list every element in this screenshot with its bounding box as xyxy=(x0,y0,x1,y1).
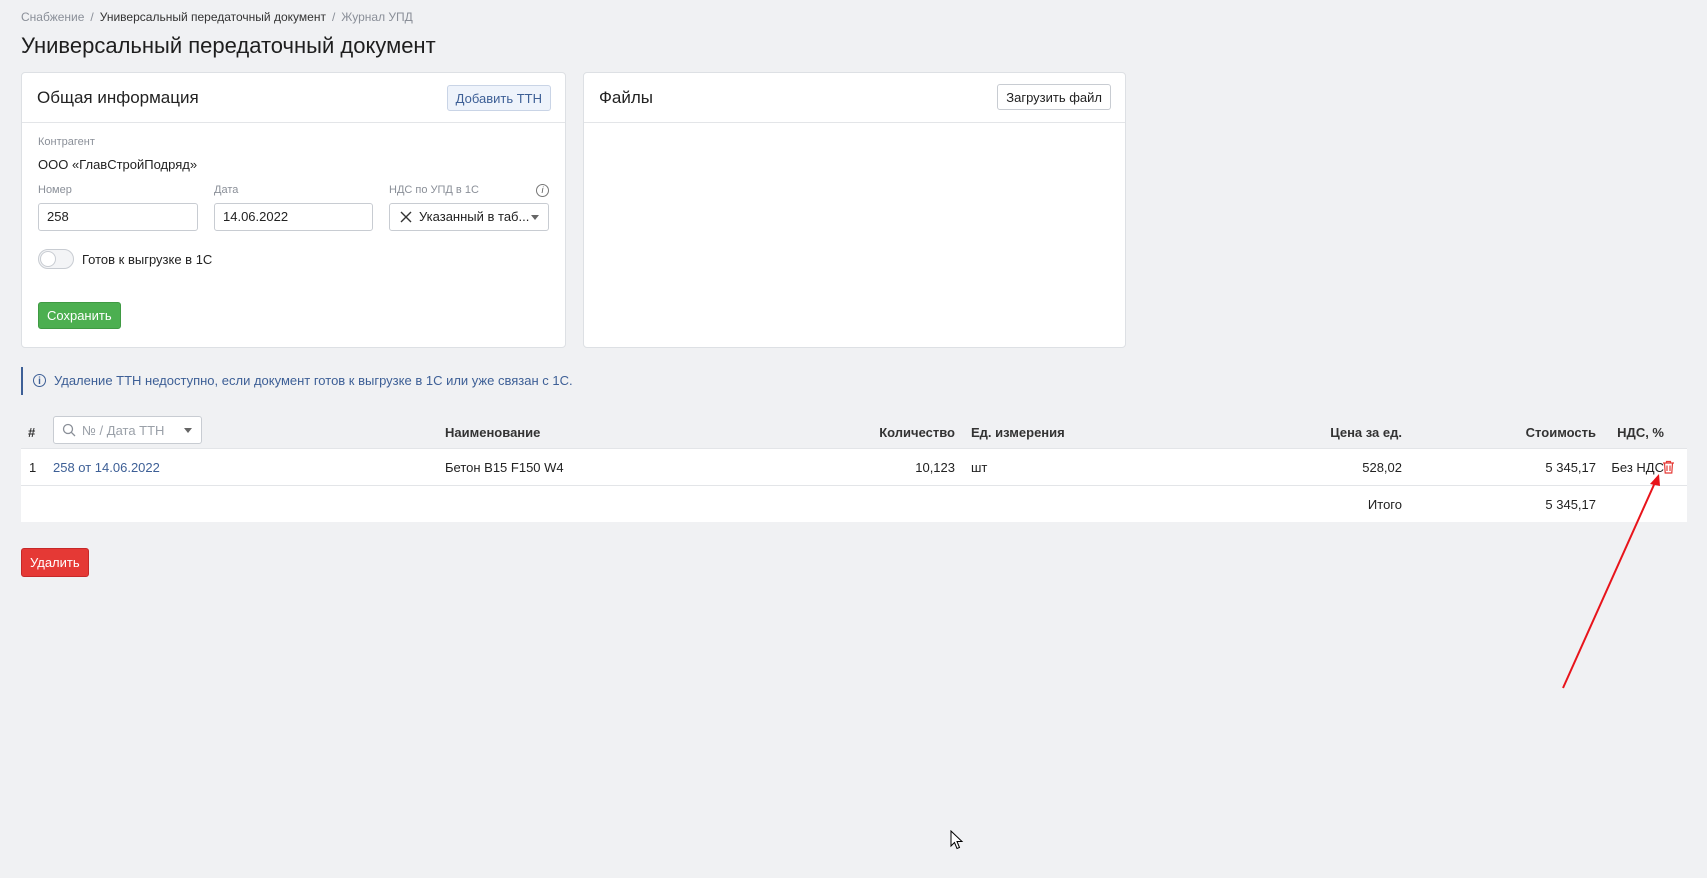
col-qty-header: Количество xyxy=(879,425,955,440)
date-label: Дата xyxy=(214,184,239,196)
chevron-down-icon xyxy=(184,428,192,433)
breadcrumb-item-journal[interactable]: Журнал УПД xyxy=(341,10,413,24)
col-num-header: # xyxy=(28,425,36,440)
add-ttn-button[interactable]: Добавить ТТН xyxy=(446,85,551,111)
row-name: Бетон B15 F150 W4 xyxy=(445,460,564,475)
files-header: Файлы Загрузить файл xyxy=(584,73,1125,123)
breadcrumb: Снабжение / Универсальный передаточный док… xyxy=(21,10,413,24)
breadcrumb-separator: / xyxy=(331,10,336,24)
counterparty-value: ООО «ГлавСтройПодряд» xyxy=(38,157,198,172)
mouse-cursor-icon xyxy=(950,830,964,850)
row-num: 1 xyxy=(29,460,37,475)
annotation-arrow xyxy=(1562,474,1660,689)
counterparty-label: Контрагент xyxy=(38,136,95,148)
number-label: Номер xyxy=(38,184,72,196)
col-name-header: Наименование xyxy=(445,425,541,440)
col-cost-header: Стоимость xyxy=(1525,425,1596,440)
col-unit-header: Ед. измерения xyxy=(971,425,1065,440)
toggle-knob xyxy=(40,251,56,267)
total-label: Итого xyxy=(1367,497,1402,512)
vat-label: НДС по УПД в 1С xyxy=(389,184,479,196)
clear-icon[interactable] xyxy=(399,210,413,224)
row-price: 528,02 xyxy=(1362,460,1402,475)
general-info-card: Общая информация Добавить ТТН Контрагент… xyxy=(21,72,566,348)
info-icon[interactable]: i xyxy=(536,184,549,197)
breadcrumb-separator: / xyxy=(90,10,94,24)
vat-select[interactable]: Указанный в таб... xyxy=(389,203,549,231)
ready-toggle[interactable] xyxy=(38,249,74,269)
table-total-row: Итого 5 345,17 xyxy=(21,485,1687,522)
vat-select-value: Указанный в таб... xyxy=(419,209,530,224)
col-vat-header: НДС, % xyxy=(1617,425,1664,440)
search-icon xyxy=(62,423,76,437)
info-notice: i Удаление ТТН недоступно, если документ… xyxy=(21,367,573,395)
date-input[interactable]: 14.06.2022 xyxy=(214,203,373,231)
ttn-link[interactable]: 258 от 14.06.2022 xyxy=(53,460,160,475)
upload-file-button[interactable]: Загрузить файл xyxy=(997,84,1111,110)
save-button[interactable]: Сохранить xyxy=(38,302,121,329)
row-unit: шт xyxy=(971,460,988,475)
chevron-down-icon xyxy=(531,215,539,220)
files-card: Файлы Загрузить файл xyxy=(583,72,1126,348)
info-icon: i xyxy=(33,374,46,387)
row-qty: 10,123 xyxy=(915,460,955,475)
delete-button[interactable]: Удалить xyxy=(21,548,89,577)
number-input[interactable]: 258 xyxy=(38,203,198,231)
page-title: Универсальный передаточный документ xyxy=(21,33,436,58)
ready-toggle-label: Готов к выгрузке в 1С xyxy=(82,252,213,267)
breadcrumb-item-supply[interactable]: Снабжение xyxy=(21,10,84,24)
general-info-header: Общая информация Добавить ТТН xyxy=(22,73,565,123)
ttn-filter-placeholder: № / Дата ТТН xyxy=(82,423,165,438)
files-title: Файлы xyxy=(599,88,654,107)
notice-text: Удаление ТТН недоступно, если документ г… xyxy=(54,373,573,388)
general-info-title: Общая информация xyxy=(37,88,199,107)
breadcrumb-item-upd[interactable]: Универсальный передаточный документ xyxy=(100,10,326,24)
table-row: 1 258 от 14.06.2022 Бетон B15 F150 W4 10… xyxy=(21,448,1687,485)
ttn-filter-input[interactable]: № / Дата ТТН xyxy=(53,416,202,444)
col-price-header: Цена за ед. xyxy=(1330,425,1402,440)
